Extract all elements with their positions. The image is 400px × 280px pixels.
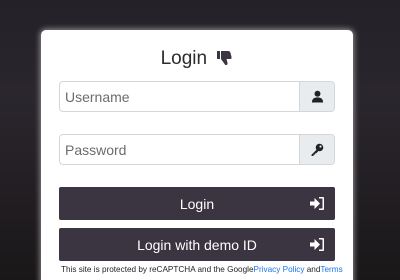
demo-login-button-label: Login with demo ID — [137, 236, 257, 253]
demo-login-button[interactable]: Login with demo ID — [59, 228, 335, 261]
username-input[interactable] — [60, 82, 299, 111]
username-addon — [299, 82, 334, 111]
sign-in-icon — [310, 238, 324, 251]
password-field-group — [59, 134, 335, 165]
privacy-policy-link[interactable]: Privacy Policy — [254, 265, 305, 274]
page-title: Login — [160, 48, 208, 69]
recaptcha-notice: This site is protected by reCAPTCHA and … — [61, 265, 343, 274]
recaptcha-text: This site is protected by reCAPTCHA and … — [61, 265, 254, 274]
login-title-row: Login — [41, 48, 353, 73]
key-icon — [311, 143, 324, 156]
password-addon — [299, 135, 334, 164]
username-field-group — [59, 81, 335, 112]
login-card: Login Login — [41, 30, 353, 280]
recaptcha-and-text: and — [304, 265, 321, 274]
user-icon — [311, 90, 323, 103]
sign-in-icon — [310, 197, 324, 210]
login-button[interactable]: Login — [59, 187, 335, 220]
thumbs-down-icon — [215, 49, 233, 73]
terms-link[interactable]: Terms — [320, 265, 342, 274]
login-button-label: Login — [179, 195, 215, 212]
password-input[interactable] — [60, 135, 299, 164]
